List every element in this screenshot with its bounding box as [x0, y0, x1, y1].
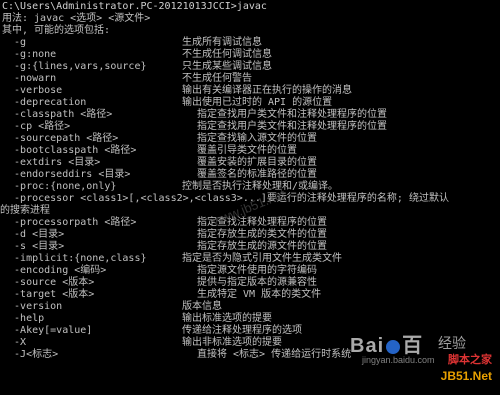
- option-desc: 指定存放生成的源文件的位置: [197, 241, 327, 252]
- option-name: -cp <路径>: [2, 121, 71, 132]
- usage-line: 用法: javac <选项> <源文件>: [2, 13, 151, 24]
- option-name: -deprecation: [2, 97, 87, 108]
- prompt-line: C:\Users\Administrator.PC-20121013JCCI>j…: [2, 1, 267, 12]
- baidu-logo-text: Bai: [350, 335, 385, 357]
- option-name: -d <目录>: [2, 229, 65, 240]
- option-name: -implicit:{none,class}: [2, 253, 147, 264]
- option-desc: 覆盖安装的扩展目录的位置: [197, 157, 317, 168]
- option-name: -version: [2, 301, 63, 312]
- option-name: -classpath <路径>: [2, 109, 113, 120]
- option-name: -Akey[=value]: [2, 325, 93, 336]
- option-desc: 指定是否为隐式引用文件生成类文件: [182, 253, 342, 264]
- jb51-net: JB51.Net: [440, 369, 492, 383]
- option-desc: 不生成任何警告: [182, 73, 252, 84]
- console-window[interactable]: C:\Users\Administrator.PC-20121013JCCI>j…: [0, 0, 500, 395]
- option-name: -processorpath <路径>: [2, 217, 137, 228]
- option-name: 的搜索进程: [0, 205, 50, 216]
- option-name: -source <版本>: [2, 277, 95, 288]
- option-desc: 提供与指定版本的源兼容性: [197, 277, 317, 288]
- option-desc: 指定查找用户类文件和注释处理程序的位置: [197, 109, 387, 120]
- option-name: -g:none: [2, 49, 57, 60]
- option-desc: 输出标准选项的提要: [182, 313, 272, 324]
- paw-icon: [386, 339, 401, 354]
- option-desc: 只生成某些调试信息: [182, 61, 272, 72]
- option-name: -encoding <编码>: [2, 265, 107, 276]
- option-desc: 覆盖签名的标准路径的位置: [197, 169, 317, 180]
- option-name: -J<标志>: [2, 349, 59, 360]
- option-desc: 控制是否执行注释处理和/或编译。: [182, 181, 339, 192]
- option-name: -target <版本>: [2, 289, 95, 300]
- jingyan-label: 经验: [438, 335, 466, 351]
- option-desc: 输出非标准选项的提要: [182, 337, 282, 348]
- jb51-label: 脚本之家: [448, 354, 492, 366]
- option-name: -sourcepath <路径>: [2, 133, 119, 144]
- option-name: -g:{lines,vars,source}: [2, 61, 147, 72]
- option-desc: 指定查找输入源文件的位置: [197, 133, 317, 144]
- option-desc: 不生成任何调试信息: [182, 49, 272, 60]
- option-desc: 输出有关编译器正在执行的操作的消息: [182, 85, 352, 96]
- option-desc: 输出使用已过时的 API 的源位置: [182, 97, 333, 108]
- option-desc: 生成所有调试信息: [182, 37, 262, 48]
- option-name: -endorseddirs <目录>: [2, 169, 131, 180]
- option-name: -s <目录>: [2, 241, 65, 252]
- option-name: -processor <class1>[,<class2>,<class3>..…: [2, 193, 449, 204]
- jingyan-url: jingyan.baidu.com: [362, 355, 435, 365]
- option-name: -extdirs <目录>: [2, 157, 101, 168]
- intro-line: 其中, 可能的选项包括:: [2, 25, 111, 36]
- option-desc: 版本信息: [182, 301, 222, 312]
- option-name: -verbose: [2, 85, 63, 96]
- option-desc: 覆盖引导类文件的位置: [197, 145, 297, 156]
- option-name: -help: [2, 313, 45, 324]
- option-name: -X: [2, 337, 27, 348]
- baidu-logo-cn: 百: [402, 335, 424, 357]
- option-desc: 指定查找用户类文件和注释处理程序的位置: [197, 121, 387, 132]
- watermark-block: Bai 百 经验 jingyan.baidu.com 脚本之家 JB51.Net: [342, 329, 492, 389]
- option-desc: 生成特定 VM 版本的类文件: [197, 289, 322, 300]
- option-desc: 指定源文件使用的字符编码: [197, 265, 317, 276]
- option-name: -g: [2, 37, 27, 48]
- option-name: -bootclasspath <路径>: [2, 145, 137, 156]
- baidu-logo: Bai 百: [350, 329, 423, 358]
- option-desc: 直接将 <标志> 传递给运行时系统: [197, 349, 352, 360]
- option-name: -nowarn: [2, 73, 57, 84]
- option-desc: 传递给注释处理程序的选项: [182, 325, 302, 336]
- option-desc: 指定存放生成的类文件的位置: [197, 229, 327, 240]
- option-name: -proc:{none,only}: [2, 181, 117, 192]
